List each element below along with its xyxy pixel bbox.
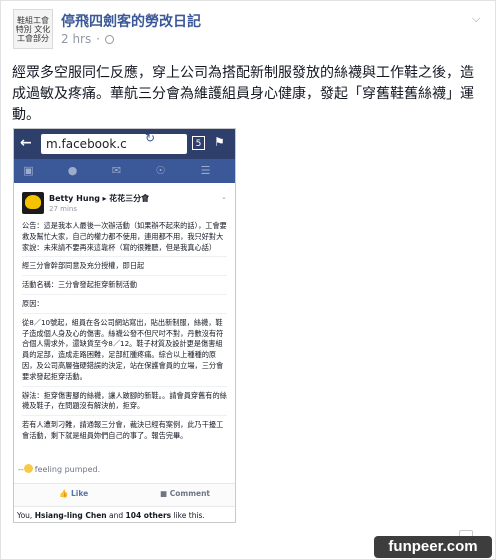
- paragraph: 公告：這是我本人最後一次辦活動（如果辦不起來的話），工會要救及幫忙大家，自己的權…: [22, 221, 227, 258]
- browser-toolbar: ← m.facebook.c ↻ 5 ⚑: [14, 129, 235, 159]
- chevron-down-icon[interactable]: ⌵: [472, 12, 480, 26]
- refresh-icon: ↻: [145, 131, 156, 145]
- thumbs-up-icon: 👍: [59, 489, 69, 498]
- poster-avatar: [22, 192, 44, 214]
- poster-timestamp: 27 mins: [49, 205, 77, 213]
- page-avatar[interactable]: 鞋組工會特別 文化工會部分: [13, 9, 53, 49]
- likes-summary: You, Hsiang-ling Chen and 104 others lik…: [17, 511, 205, 520]
- feed-icon: ▣: [23, 164, 34, 177]
- smiley-icon: [23, 464, 33, 473]
- feeling-line: -- feeling pumped.: [18, 464, 100, 474]
- others-count: 104 others: [125, 511, 172, 520]
- meta-separator: ·: [96, 32, 101, 46]
- post-body-text: 經眾多空服同仁反應，穿上公司為搭配新制服發放的絲襪與工作鞋之後，造成過敏及疼痛。…: [12, 65, 474, 123]
- dash: --: [18, 465, 24, 474]
- post-meta: 2 hrs ·: [61, 32, 115, 46]
- post-actions: 👍 Like ■ Comment: [14, 483, 235, 507]
- paragraph: 活動名稱：三分會發起拒穿新制活動: [22, 280, 227, 295]
- paragraph: 經三分會幹部同意及充分授權，即日起: [22, 261, 227, 277]
- arrow-right-icon: ▸: [102, 194, 107, 203]
- paragraph: 辦法：拒穿傷害腳的絲襪，讓人跛腳的新鞋。。請會員穿舊有的絲襪及鞋子，在問題沒有解…: [22, 391, 227, 417]
- menu-icon: ☰: [200, 164, 211, 177]
- paragraph: 若有人遭到刁難，請通報三分會，裁決已經有案例，此乃干擾工會活動，剩下就是組員妳們…: [22, 420, 224, 440]
- paragraph: 從8／10號起，組員在各公司網站寫出，貼出新制服，絲襪，鞋子造成個人身及心的傷害…: [22, 318, 227, 387]
- comment-icon: ■: [160, 489, 168, 498]
- like-button: 👍 Like: [59, 489, 89, 498]
- paragraph: 原因：: [22, 299, 227, 314]
- poster-group: 花花三分會: [109, 194, 150, 203]
- globe-icon: [105, 34, 115, 44]
- comment-button: ■ Comment: [160, 489, 211, 498]
- messages-icon: ✉: [111, 164, 122, 177]
- feeling-text: feeling pumped.: [34, 465, 101, 474]
- globe-notifications-icon: ☉: [155, 164, 166, 177]
- card-chevron-down-icon: ⌄: [221, 193, 227, 201]
- facebook-nav-bar: ▣ ● ✉ ☉ ☰: [14, 159, 235, 183]
- post-timestamp[interactable]: 2 hrs: [61, 32, 91, 46]
- embedded-post-body: 公告：這是我本人最後一次辦活動（如果辦不起來的話），工會要救及幫忙大家，自己的權…: [22, 221, 227, 449]
- poster-name-line: Betty Hung ▸ 花花三分會: [49, 193, 149, 204]
- page-name-link[interactable]: 停飛四劍客的勞改日記: [61, 11, 201, 31]
- friends-icon: ●: [67, 164, 78, 177]
- embedded-screenshot: ← m.facebook.c ↻ 5 ⚑ ▣ ● ✉ ☉ ☰ Betty Hun…: [13, 128, 236, 523]
- liker-name: Hsiang-ling Chen: [34, 511, 107, 520]
- url-text: m.facebook.c: [46, 137, 127, 151]
- watermark: funpeer.com: [374, 536, 492, 558]
- tab-count-icon: 5: [192, 136, 205, 150]
- poster-name: Betty Hung: [49, 194, 100, 203]
- bookmark-icon: ⚑: [214, 135, 225, 149]
- avatar-text: 鞋組工會特別 文化工會部分: [15, 16, 51, 43]
- url-bar: m.facebook.c: [41, 134, 187, 154]
- back-arrow-icon: ←: [20, 135, 32, 151]
